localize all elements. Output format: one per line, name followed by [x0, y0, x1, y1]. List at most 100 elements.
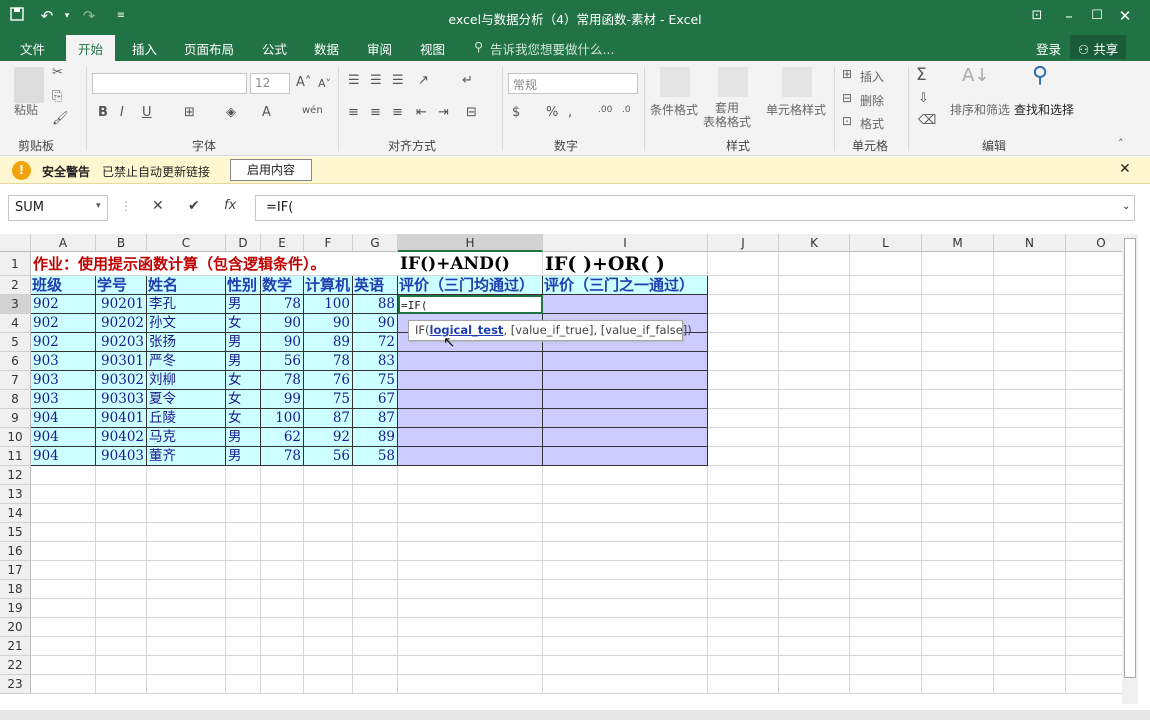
- cell[interactable]: [779, 618, 850, 637]
- cell[interactable]: [398, 504, 543, 523]
- table-row-cell[interactable]: 90: [304, 314, 353, 333]
- cell[interactable]: [96, 504, 147, 523]
- cell[interactable]: [226, 580, 261, 599]
- cell[interactable]: [398, 637, 543, 656]
- row-header-10[interactable]: 10: [0, 428, 31, 447]
- cell[interactable]: [543, 675, 708, 694]
- table-row-cell[interactable]: 女: [226, 390, 261, 409]
- conditional-format-button[interactable]: 条件格式: [650, 101, 698, 118]
- cell[interactable]: [994, 447, 1066, 466]
- cell[interactable]: [31, 485, 96, 504]
- cell[interactable]: [543, 580, 708, 599]
- cell[interactable]: [147, 656, 226, 675]
- table-row-cell[interactable]: 100: [261, 409, 304, 428]
- column-header-a[interactable]: A: [31, 234, 96, 252]
- column-header-f[interactable]: F: [304, 234, 353, 252]
- wrap-text-icon[interactable]: ↵: [462, 73, 473, 88]
- cell[interactable]: [922, 409, 994, 428]
- table-row-cell[interactable]: 女: [226, 409, 261, 428]
- cell[interactable]: [922, 504, 994, 523]
- evaluation-and-cell[interactable]: [398, 371, 543, 390]
- cell[interactable]: [304, 656, 353, 675]
- table-row-cell[interactable]: 87: [304, 409, 353, 428]
- header-cell[interactable]: 评价（三门均通过）: [398, 276, 543, 295]
- cell[interactable]: [850, 252, 922, 276]
- cell[interactable]: [304, 618, 353, 637]
- table-row-cell[interactable]: 女: [226, 371, 261, 390]
- cell[interactable]: [96, 523, 147, 542]
- column-header-i[interactable]: I: [543, 234, 708, 252]
- cell[interactable]: [708, 637, 779, 656]
- cell[interactable]: [922, 314, 994, 333]
- enter-formula-icon[interactable]: ✔: [188, 198, 200, 214]
- cell[interactable]: [994, 352, 1066, 371]
- cell[interactable]: [147, 637, 226, 656]
- cell[interactable]: [304, 599, 353, 618]
- cell[interactable]: [96, 466, 147, 485]
- table-row-cell[interactable]: 56: [304, 447, 353, 466]
- header-cell[interactable]: 姓名: [147, 276, 226, 295]
- row-header-4[interactable]: 4: [0, 314, 31, 333]
- conditional-format-icon[interactable]: [660, 67, 690, 97]
- cell[interactable]: [226, 637, 261, 656]
- cell[interactable]: [261, 675, 304, 694]
- table-row-cell[interactable]: 90203: [96, 333, 147, 352]
- cell[interactable]: [850, 352, 922, 371]
- evaluation-and-cell[interactable]: [398, 390, 543, 409]
- table-format-icon[interactable]: [718, 67, 748, 97]
- cell[interactable]: [994, 466, 1066, 485]
- cell[interactable]: [147, 580, 226, 599]
- cell[interactable]: [96, 675, 147, 694]
- cell[interactable]: [398, 485, 543, 504]
- cell[interactable]: [779, 580, 850, 599]
- table-row-cell[interactable]: 902: [31, 333, 96, 352]
- cell[interactable]: [994, 371, 1066, 390]
- cell[interactable]: [261, 542, 304, 561]
- underline-button[interactable]: U: [142, 105, 152, 120]
- tab-view[interactable]: 视图: [420, 39, 445, 58]
- cell[interactable]: [261, 656, 304, 675]
- insert-cells-button[interactable]: 插入: [860, 68, 884, 85]
- align-middle-icon[interactable]: ☰: [370, 73, 382, 88]
- cell[interactable]: [779, 428, 850, 447]
- cell[interactable]: [779, 333, 850, 352]
- table-row-cell[interactable]: 男: [226, 428, 261, 447]
- table-row-cell[interactable]: 90301: [96, 352, 147, 371]
- cell[interactable]: [994, 599, 1066, 618]
- tab-insert[interactable]: 插入: [132, 39, 157, 58]
- enable-content-button[interactable]: 启用内容: [230, 159, 312, 181]
- cell[interactable]: [147, 504, 226, 523]
- heading-if-or[interactable]: IF( )+OR( ): [543, 252, 708, 276]
- cancel-formula-icon[interactable]: ✕: [152, 198, 164, 214]
- evaluation-or-cell[interactable]: [543, 447, 708, 466]
- cell[interactable]: [779, 656, 850, 675]
- cell[interactable]: [994, 276, 1066, 295]
- cell[interactable]: [922, 485, 994, 504]
- table-row-cell[interactable]: 89: [304, 333, 353, 352]
- currency-icon[interactable]: $: [512, 105, 520, 120]
- cell[interactable]: [708, 466, 779, 485]
- cell[interactable]: [850, 599, 922, 618]
- formula-input[interactable]: =IF(: [255, 195, 1135, 221]
- close-icon[interactable]: ✕: [1114, 5, 1136, 27]
- row-header-15[interactable]: 15: [0, 523, 31, 542]
- sort-filter-button[interactable]: 排序和筛选: [950, 101, 1010, 118]
- cell[interactable]: [261, 466, 304, 485]
- table-row-cell[interactable]: 904: [31, 409, 96, 428]
- table-row-cell[interactable]: 56: [261, 352, 304, 371]
- cell[interactable]: [31, 656, 96, 675]
- table-row-cell[interactable]: 女: [226, 314, 261, 333]
- cell[interactable]: [850, 428, 922, 447]
- cell[interactable]: [994, 504, 1066, 523]
- table-row-cell[interactable]: 99: [261, 390, 304, 409]
- table-row-cell[interactable]: 男: [226, 352, 261, 371]
- table-row-cell[interactable]: 58: [353, 447, 398, 466]
- cell[interactable]: [543, 656, 708, 675]
- table-row-cell[interactable]: 男: [226, 447, 261, 466]
- row-header-13[interactable]: 13: [0, 485, 31, 504]
- cell[interactable]: [708, 447, 779, 466]
- cell[interactable]: [708, 352, 779, 371]
- cell[interactable]: [96, 561, 147, 580]
- font-size-select[interactable]: 12: [250, 73, 290, 94]
- cell[interactable]: [708, 428, 779, 447]
